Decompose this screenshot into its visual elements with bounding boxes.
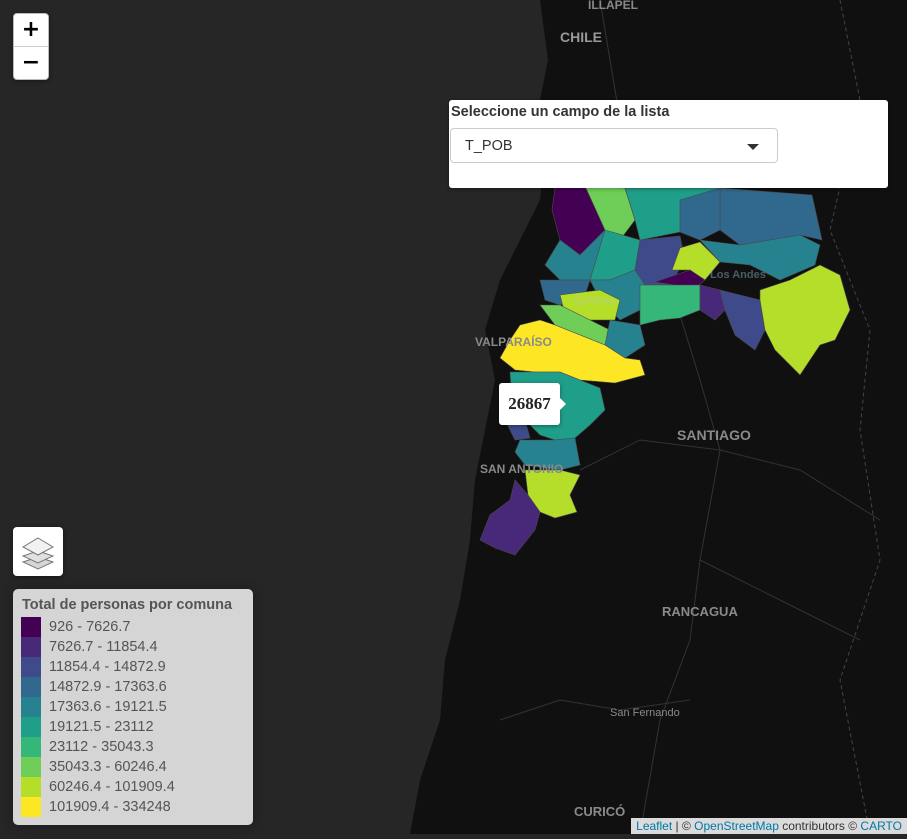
zoom-in-button[interactable]: +: [14, 14, 48, 46]
place-label: Los Andes: [710, 269, 766, 281]
caret-down-icon: [747, 144, 759, 150]
legend-swatch: [21, 737, 41, 757]
legend-item: 14872.9 - 17363.6: [21, 677, 175, 697]
legend-item-label: 19121.5 - 23112: [49, 719, 154, 735]
field-selector-panel: Seleccione un campo de la lista T_POB: [449, 100, 888, 188]
field-selector-label: Seleccione un campo de la lista: [451, 104, 670, 120]
legend-item: 35043.3 - 60246.4: [21, 757, 175, 777]
place-label: Quillota: [574, 295, 616, 307]
place-label: San Fernando: [610, 707, 680, 719]
place-label: RANCAGUA: [662, 604, 738, 619]
legend-item-label: 14872.9 - 17363.6: [49, 679, 167, 695]
legend-swatch: [21, 637, 41, 657]
legend-item-label: 11854.4 - 14872.9: [49, 659, 166, 675]
legend-item-label: 35043.3 - 60246.4: [49, 759, 167, 775]
leaflet-link[interactable]: Leaflet: [636, 819, 672, 833]
legend-item-label: 17363.6 - 19121.5: [49, 699, 167, 715]
tooltip-value: 26867: [508, 394, 551, 413]
field-select-dropdown[interactable]: T_POB: [450, 128, 778, 163]
place-label: VALPARAÍSO: [475, 334, 552, 349]
place-label: CURICÓ: [574, 804, 625, 819]
legend-swatch: [21, 617, 41, 637]
legend-item-label: 7626.7 - 11854.4: [49, 639, 158, 655]
zoom-control: + −: [13, 13, 49, 80]
commune-polygon[interactable]: [719, 187, 823, 246]
legend-item: 11854.4 - 14872.9: [21, 657, 175, 677]
attribution-text: contributors ©: [778, 819, 861, 833]
legend-swatch: [21, 677, 41, 697]
place-label: ILLAPEL: [588, 0, 638, 12]
legend-list: 926 - 7626.7 7626.7 - 11854.4 11854.4 - 14…: [21, 617, 175, 817]
legend-item-label: 101909.4 - 334248: [49, 799, 171, 815]
attribution-separator: | ©: [672, 819, 695, 833]
legend-swatch: [21, 657, 41, 677]
legend-item: 23112 - 35043.3: [21, 737, 175, 757]
legend-item: 19121.5 - 23112: [21, 717, 175, 737]
legend-title: Total de personas por comuna: [22, 597, 233, 613]
place-label: SANTIAGO: [677, 427, 751, 443]
osm-link[interactable]: OpenStreetMap: [694, 819, 779, 833]
legend-swatch: [21, 757, 41, 777]
selected-field-value: T_POB: [465, 138, 513, 154]
zoom-out-button[interactable]: −: [14, 46, 48, 79]
attribution: Leaflet | © OpenStreetMap contributors ©…: [631, 818, 907, 834]
legend-item: 101909.4 - 334248: [21, 797, 175, 817]
place-label: CHILE: [560, 29, 602, 45]
legend-swatch: [21, 697, 41, 717]
place-label: SAN ANTONIO: [480, 462, 563, 476]
legend-item: 17363.6 - 19121.5: [21, 697, 175, 717]
legend-swatch: [21, 777, 41, 797]
layers-control-button[interactable]: [13, 527, 63, 576]
legend-swatch: [21, 717, 41, 737]
map-legend: Total de personas por comuna 926 - 7626.…: [13, 589, 253, 825]
legend-item: 7626.7 - 11854.4: [21, 637, 175, 657]
legend-swatch: [21, 797, 41, 817]
layers-icon: [21, 537, 55, 570]
legend-item-label: 60246.4 - 101909.4: [49, 779, 175, 795]
carto-link[interactable]: CARTO: [860, 819, 902, 833]
legend-item-label: 23112 - 35043.3: [49, 739, 154, 755]
legend-item: 60246.4 - 101909.4: [21, 777, 175, 797]
legend-item: 926 - 7626.7: [21, 617, 175, 637]
legend-item-label: 926 - 7626.7: [49, 619, 131, 635]
value-tooltip: 26867: [499, 383, 566, 425]
